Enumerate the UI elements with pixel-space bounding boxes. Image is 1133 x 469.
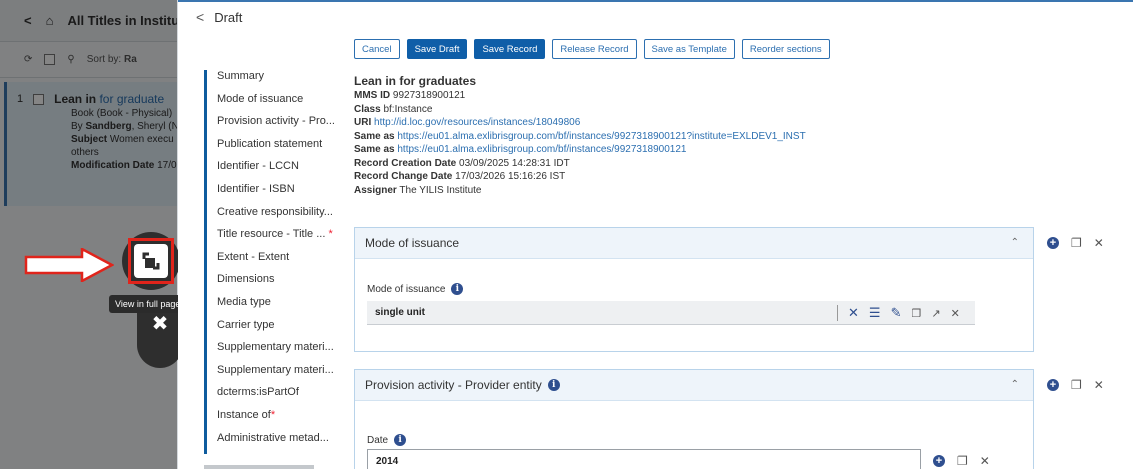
field-actions: + ❐ ✕ [933, 454, 990, 468]
action-toolbar: Cancel Save Draft Save Record Release Re… [354, 39, 830, 59]
copy-icon[interactable]: ❐ [1071, 236, 1082, 250]
nav-item-provision-activity[interactable]: Provision activity - Pro... [217, 115, 354, 138]
clear-icon[interactable]: ✕ [848, 305, 859, 321]
release-record-button[interactable]: Release Record [552, 39, 637, 59]
add-icon[interactable]: + [1047, 379, 1059, 391]
mms-id: MMS ID 9927318900121 [354, 90, 466, 101]
info-icon[interactable]: i [451, 283, 464, 295]
section-header[interactable]: Provision activity - Provider entity i ⌃ [355, 370, 1033, 401]
draft-topbar: < Draft [178, 0, 1133, 32]
copy-icon[interactable]: ❐ [911, 307, 921, 320]
nav-item-identifier-isbn[interactable]: Identifier - ISBN [217, 183, 354, 206]
nav-item-ispartof[interactable]: dcterms:isPartOf [217, 386, 354, 409]
same-as-row-2: Same as https://eu01.alma.exlibrisgroup.… [354, 144, 687, 155]
nav-item-mode-of-issuance[interactable]: Mode of issuance [217, 93, 354, 116]
same-as-link-1[interactable]: https://eu01.alma.exlibrisgroup.com/bf/i… [397, 131, 805, 142]
section-nav: Summary Mode of issuance Provision activ… [204, 70, 354, 455]
nav-item-identifier-lccn[interactable]: Identifier - LCCN [217, 160, 354, 183]
back-chevron-icon[interactable]: < [196, 9, 204, 25]
field-label: Date i [367, 434, 407, 446]
save-as-template-button[interactable]: Save as Template [643, 39, 735, 59]
record-creation-date: Record Creation Date 03/09/2025 14:28:31… [354, 157, 570, 169]
copy-icon[interactable]: ❐ [957, 454, 968, 468]
save-record-button[interactable]: Save Record [474, 39, 546, 59]
record-change-date: Record Change Date 17/03/2026 15:16:26 I… [354, 171, 566, 182]
nav-item-administrative-metadata[interactable]: Administrative metad... [217, 432, 354, 455]
section-header[interactable]: Mode of issuance ⌃ [355, 228, 1033, 259]
page-title: Draft [214, 9, 243, 25]
nav-item-summary[interactable]: Summary [217, 70, 354, 93]
nav-item-title-resource[interactable]: Title resource - Title ... * [217, 228, 354, 251]
remove-icon[interactable]: ✕ [980, 454, 990, 468]
cancel-button[interactable]: Cancel [354, 39, 400, 59]
save-draft-button[interactable]: Save Draft [406, 39, 468, 59]
nav-item-dimensions[interactable]: Dimensions [217, 273, 354, 296]
nav-item-supplementary-1[interactable]: Supplementary materi... [217, 341, 354, 364]
remove-icon[interactable]: ✕ [951, 307, 960, 320]
nav-item-supplementary-2[interactable]: Supplementary materi... [217, 364, 354, 387]
highlight-box [128, 238, 174, 284]
record-summary: Lean in for graduates MMS ID 99273189001… [354, 73, 806, 197]
nav-item-media-type[interactable]: Media type [217, 296, 354, 319]
same-as-row-1: Same as https://eu01.alma.exlibrisgroup.… [354, 130, 806, 142]
same-as-link-2[interactable]: https://eu01.alma.exlibrisgroup.com/bf/i… [397, 144, 686, 155]
uri-row: URI http://id.loc.gov/resources/instance… [354, 117, 581, 128]
field-label: Mode of issuance i [367, 283, 464, 295]
edit-pencil-icon[interactable]: ✎ [891, 305, 902, 321]
nav-item-extent[interactable]: Extent - Extent [217, 251, 354, 274]
annotation-arrow-icon [24, 248, 114, 282]
chevron-up-icon[interactable]: ⌃ [1011, 379, 1019, 390]
assigner: Assigner The YILIS Institute [354, 184, 482, 196]
remove-icon[interactable]: ✕ [1094, 236, 1104, 250]
add-icon[interactable]: + [933, 455, 945, 467]
date-field[interactable]: 2014 [367, 449, 921, 469]
nav-item-creative-responsibility[interactable]: Creative responsibility... [217, 206, 354, 229]
chevron-up-icon[interactable]: ⌃ [1011, 237, 1019, 248]
uri-link[interactable]: http://id.loc.gov/resources/instances/18… [374, 117, 580, 128]
info-icon[interactable]: i [547, 379, 560, 391]
open-external-icon[interactable]: ↗ [931, 307, 940, 320]
section-side-actions: + ❐ ✕ [1047, 236, 1104, 250]
required-marker: * [328, 228, 333, 241]
view-full-page-tooltip: View in full page [109, 295, 187, 313]
section-side-actions: + ❐ ✕ [1047, 378, 1104, 392]
nav-scrollbar[interactable] [204, 465, 314, 469]
section-mode-of-issuance: Mode of issuance ⌃ Mode of issuance i sin… [354, 227, 1034, 352]
field-actions: ✕ ☰ ✎ ❐ ↗ ✕ [837, 305, 960, 321]
section-provision-activity: Provision activity - Provider entity i ⌃ … [354, 369, 1034, 469]
required-marker: * [270, 408, 276, 421]
remove-icon[interactable]: ✕ [1094, 378, 1104, 392]
draft-pane: < Draft Cancel Save Draft Save Record Re… [178, 0, 1133, 469]
nav-item-instance-of[interactable]: Instance of* [217, 409, 354, 432]
nav-item-carrier-type[interactable]: Carrier type [217, 319, 354, 342]
record-title: Lean in for graduates [354, 74, 477, 88]
add-icon[interactable]: + [1047, 237, 1059, 249]
class-value: Class bf:Instance [354, 103, 433, 115]
list-icon[interactable]: ☰ [869, 305, 881, 321]
reorder-sections-button[interactable]: Reorder sections [741, 39, 830, 59]
nav-item-publication-statement[interactable]: Publication statement [217, 138, 354, 161]
copy-icon[interactable]: ❐ [1071, 378, 1082, 392]
close-icon[interactable]: ✖ [137, 306, 183, 368]
info-icon[interactable]: i [394, 434, 407, 446]
